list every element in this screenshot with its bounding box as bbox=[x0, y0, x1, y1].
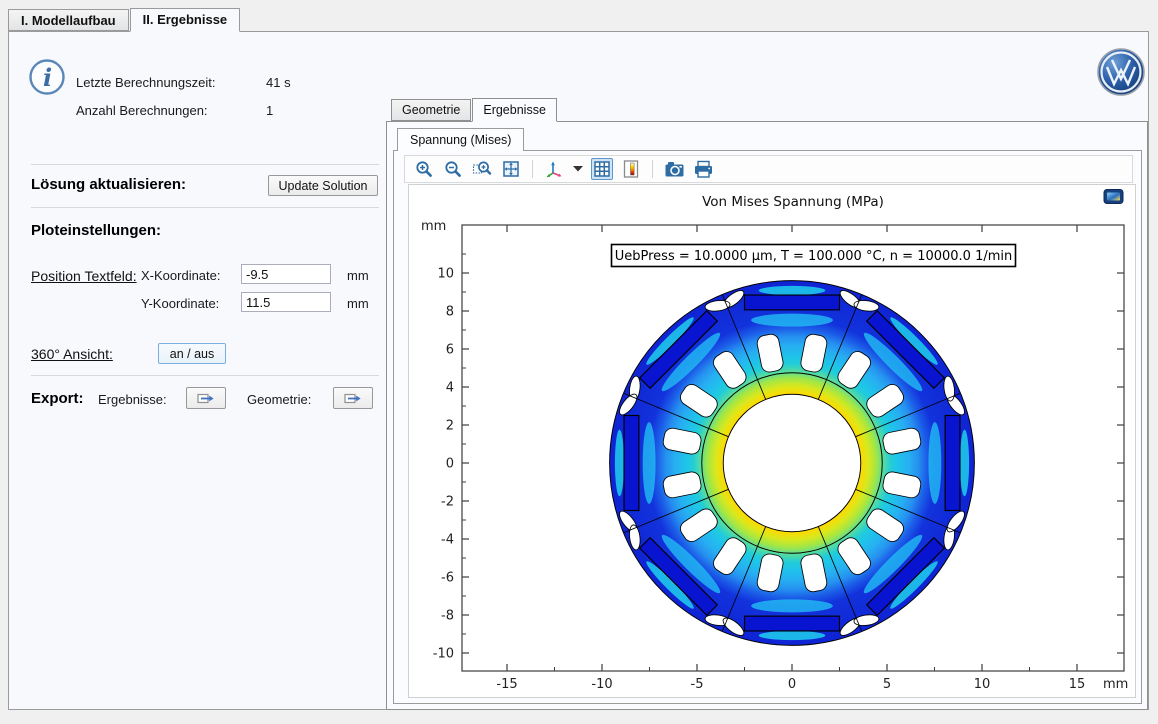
svg-text:8: 8 bbox=[446, 305, 454, 320]
y-axis-unit: mm bbox=[421, 219, 446, 234]
tab-modellaufbau[interactable]: I. Modellaufbau bbox=[8, 9, 129, 31]
snapshot-camera-icon[interactable] bbox=[663, 158, 685, 180]
plot-settings-heading: Ploteinstellungen: bbox=[31, 222, 161, 239]
y-coordinate-input[interactable] bbox=[241, 292, 331, 312]
main-panel: i Letzte Berechnungszeit: 41 s Anzahl Be… bbox=[8, 31, 1149, 710]
annotation-text: UebPress = 10.0000 μm, T = 100.000 °C, n… bbox=[615, 249, 1013, 264]
export-results-button[interactable] bbox=[186, 387, 226, 409]
results-tab-bar: Geometrie Ergebnisse bbox=[391, 99, 558, 122]
svg-text:-4: -4 bbox=[441, 533, 454, 548]
rotor-cross-section bbox=[610, 281, 975, 646]
export-geometry-button[interactable] bbox=[333, 387, 373, 409]
svg-text:10: 10 bbox=[974, 677, 991, 692]
stress-plot: -15 -10 -5 0 5 10 15 10 8 6 4 2 0 -2 -4 -6 -8 -10 Von Mis… bbox=[409, 185, 1137, 699]
x-coordinate-unit: mm bbox=[347, 268, 369, 283]
view-360-label: 360° Ansicht: bbox=[31, 346, 113, 362]
toolbar-separator bbox=[652, 160, 653, 178]
svg-text:0: 0 bbox=[788, 677, 796, 692]
svg-text:0: 0 bbox=[446, 457, 454, 472]
color-legend-toggle-icon[interactable] bbox=[620, 158, 642, 180]
svg-text:5: 5 bbox=[883, 677, 891, 692]
plot-toolbar bbox=[404, 155, 1133, 183]
open-plot-window-icon[interactable] bbox=[1103, 188, 1125, 211]
update-solution-button[interactable]: Update Solution bbox=[268, 175, 378, 196]
divider bbox=[31, 375, 379, 376]
plot-title: Von Mises Spannung (MPa) bbox=[702, 194, 884, 210]
svg-text:i: i bbox=[43, 63, 52, 92]
results-panel: Spannung (Mises) bbox=[386, 121, 1148, 710]
svg-text:2: 2 bbox=[446, 419, 454, 434]
export-icon bbox=[197, 392, 215, 405]
svg-text:4: 4 bbox=[446, 381, 454, 396]
svg-text:15: 15 bbox=[1069, 677, 1086, 692]
x-coordinate-input[interactable] bbox=[241, 264, 331, 284]
export-heading: Export: bbox=[31, 390, 84, 407]
last-computation-value: 41 s bbox=[266, 75, 291, 90]
svg-text:-15: -15 bbox=[496, 677, 517, 692]
computation-count-value: 1 bbox=[266, 103, 273, 118]
stress-plot-panel: -15 -10 -5 0 5 10 15 10 8 6 4 2 0 -2 -4 -6 -8 -10 Von Mis… bbox=[393, 150, 1142, 704]
toolbar-separator bbox=[532, 160, 533, 178]
svg-text:-6: -6 bbox=[441, 571, 454, 586]
tab-geometrie[interactable]: Geometrie bbox=[391, 99, 471, 121]
svg-text:-5: -5 bbox=[691, 677, 704, 692]
zoom-box-icon[interactable] bbox=[471, 158, 493, 180]
zoom-extents-icon[interactable] bbox=[500, 158, 522, 180]
computation-count-label: Anzahl Berechnungen: bbox=[76, 103, 208, 118]
tab-ergebnisse-plot[interactable]: Ergebnisse bbox=[472, 98, 557, 122]
volkswagen-logo bbox=[1096, 47, 1146, 97]
last-computation-label: Letzte Berechnungszeit: bbox=[76, 75, 215, 90]
x-axis-unit: mm bbox=[1103, 677, 1128, 692]
grid-toggle-icon[interactable] bbox=[591, 158, 613, 180]
svg-text:-2: -2 bbox=[441, 495, 454, 510]
textfield-position-label: Position Textfeld: bbox=[31, 268, 137, 284]
zoom-out-icon[interactable] bbox=[442, 158, 464, 180]
info-icon: i bbox=[28, 58, 66, 96]
export-results-label: Ergebnisse: bbox=[98, 392, 167, 407]
export-geometry-label: Geometrie: bbox=[247, 392, 311, 407]
tab-ergebnisse[interactable]: II. Ergebnisse bbox=[130, 8, 241, 32]
plot-canvas[interactable]: -15 -10 -5 0 5 10 15 10 8 6 4 2 0 -2 -4 -6 -8 -10 Von Mis… bbox=[408, 184, 1136, 698]
svg-text:-10: -10 bbox=[433, 647, 454, 662]
dropdown-caret-icon[interactable] bbox=[572, 158, 584, 180]
svg-text:10: 10 bbox=[437, 267, 454, 282]
update-solution-heading: Lösung aktualisieren: bbox=[31, 176, 186, 193]
divider bbox=[31, 207, 379, 208]
svg-text:6: 6 bbox=[446, 343, 454, 358]
divider bbox=[31, 164, 379, 165]
x-coordinate-label: X-Koordinate: bbox=[141, 268, 221, 283]
axis-orientation-icon[interactable] bbox=[543, 158, 565, 180]
main-tab-bar: I. Modellaufbau II. Ergebnisse bbox=[8, 8, 241, 32]
print-icon[interactable] bbox=[692, 158, 714, 180]
y-coordinate-unit: mm bbox=[347, 296, 369, 311]
tab-spannung-mises[interactable]: Spannung (Mises) bbox=[397, 128, 524, 151]
view-360-toggle-button[interactable]: an / aus bbox=[158, 343, 226, 364]
y-coordinate-label: Y-Koordinate: bbox=[141, 296, 219, 311]
svg-text:-8: -8 bbox=[441, 609, 454, 624]
export-icon bbox=[344, 392, 362, 405]
svg-text:-10: -10 bbox=[591, 677, 612, 692]
zoom-in-icon[interactable] bbox=[413, 158, 435, 180]
